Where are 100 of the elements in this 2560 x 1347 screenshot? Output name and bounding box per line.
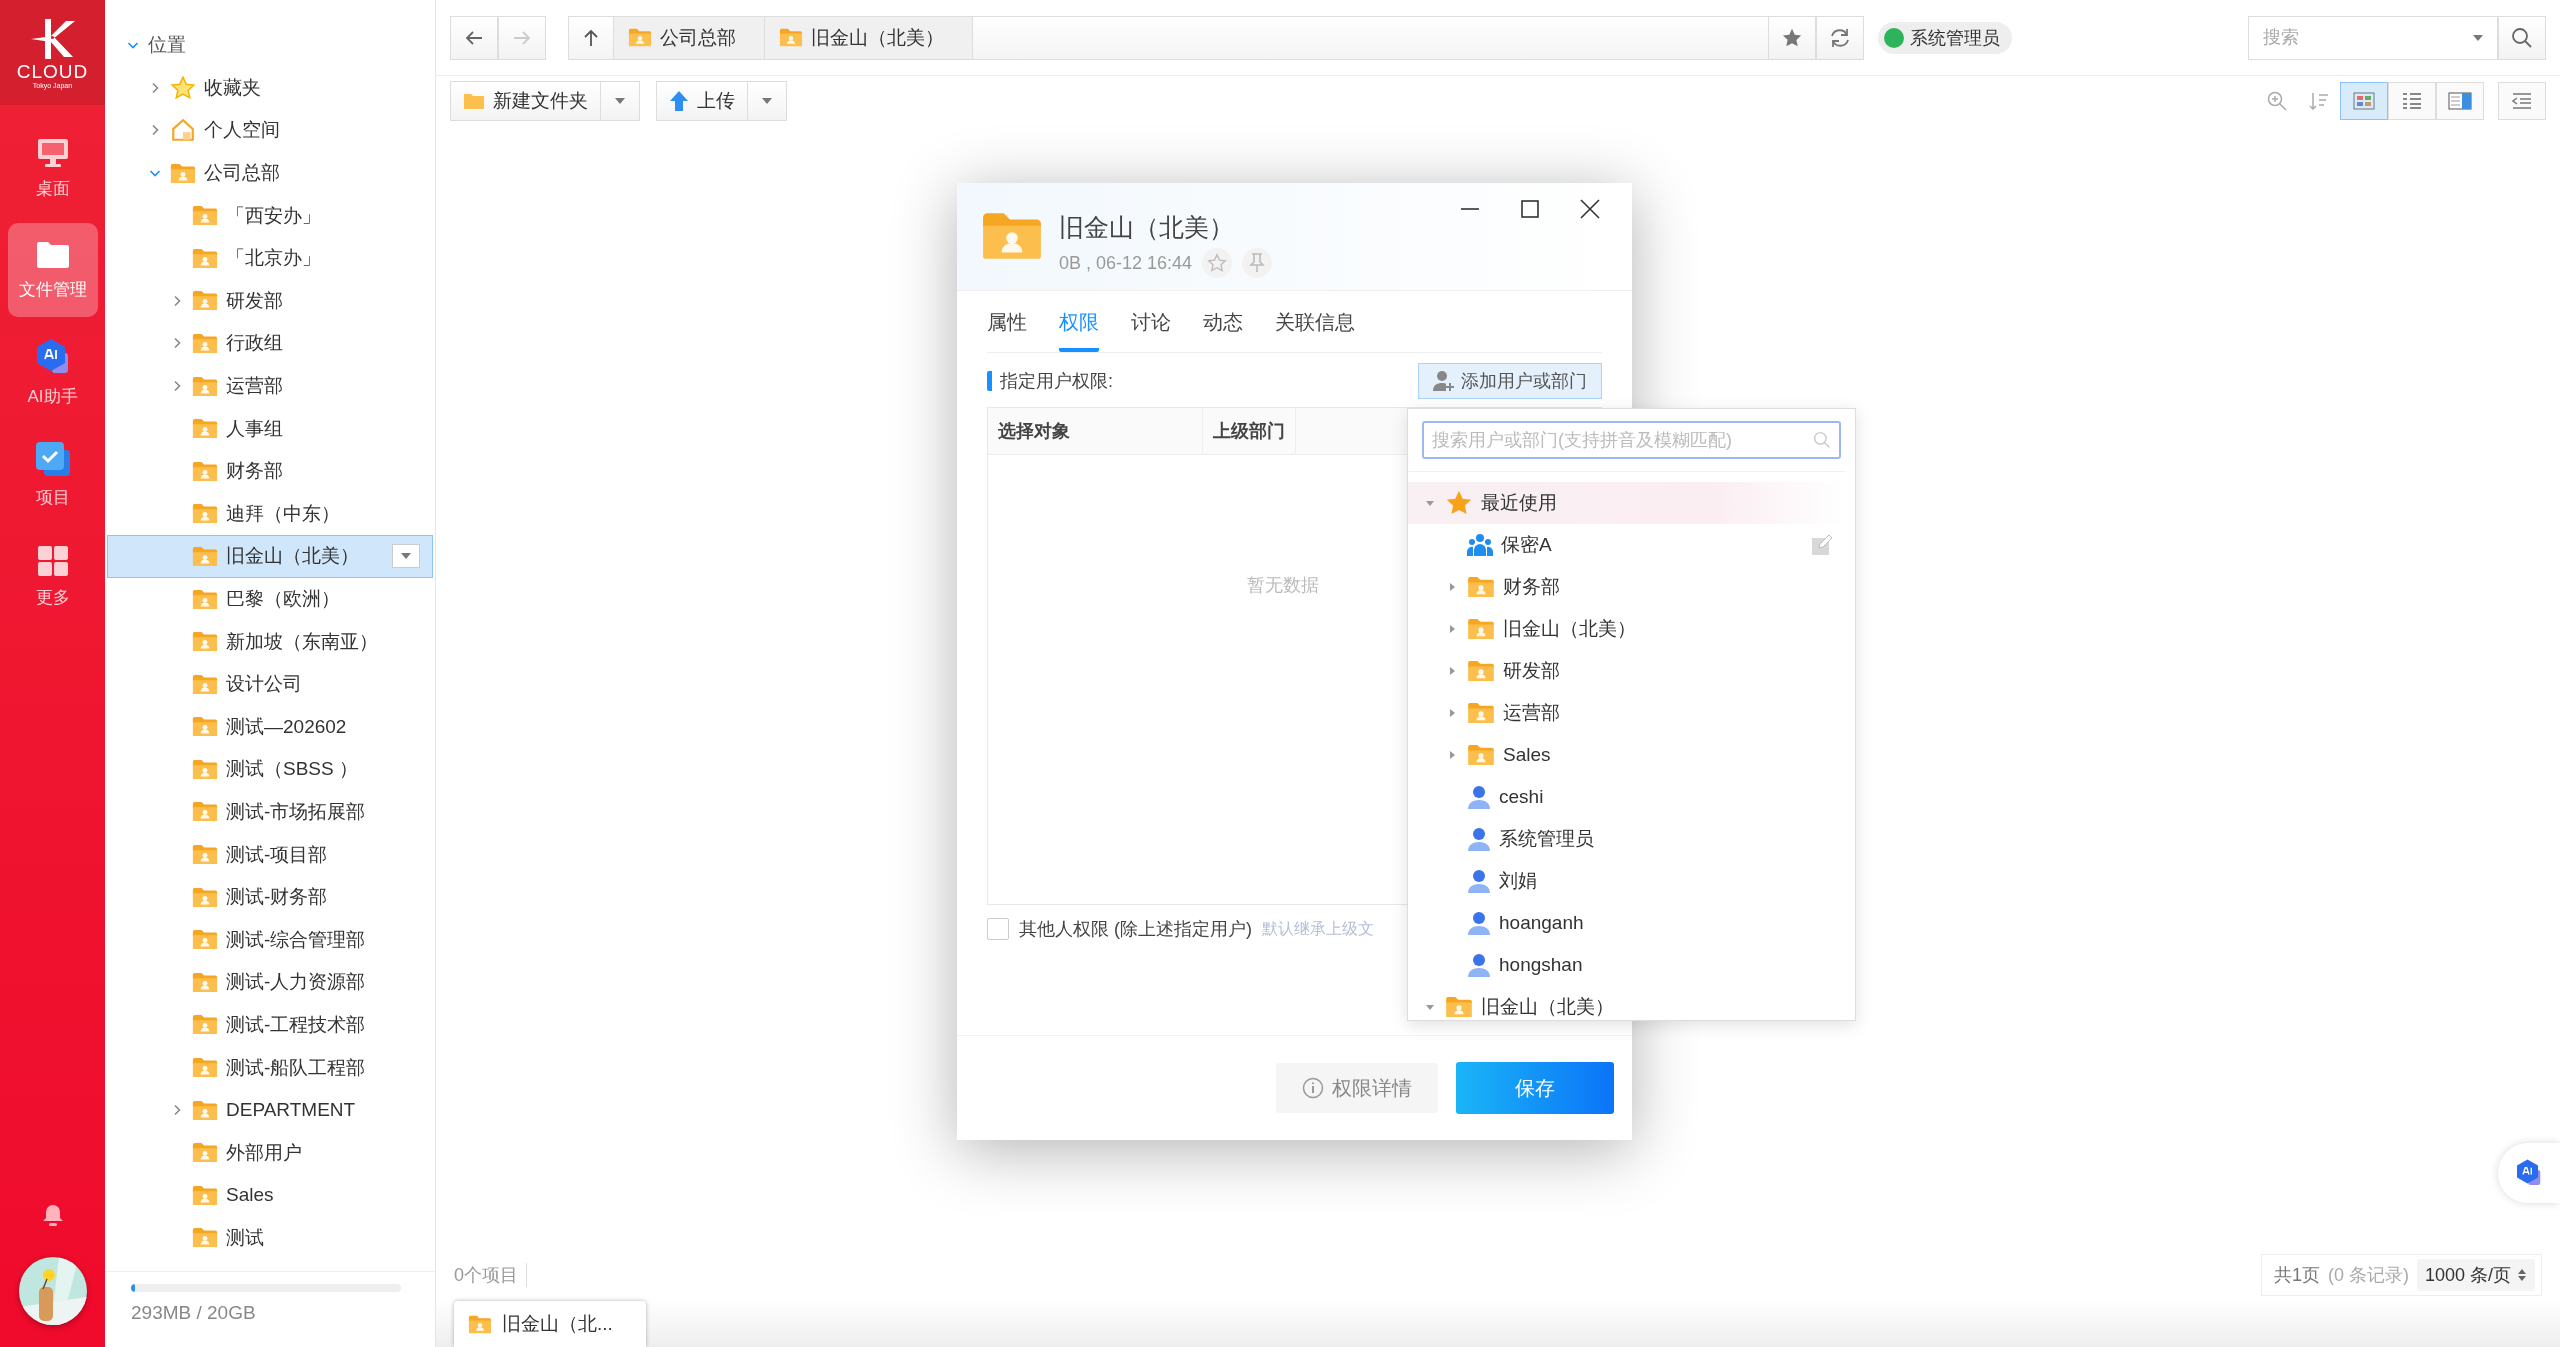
tree-item[interactable]: 新加坡（东南亚） bbox=[107, 620, 433, 663]
tab[interactable]: 讨论 bbox=[1131, 301, 1171, 352]
tree-item[interactable]: 测试 bbox=[107, 1216, 433, 1260]
tree-item[interactable]: 财务部 bbox=[107, 449, 433, 493]
picker-item[interactable]: 保密A bbox=[1408, 524, 1845, 566]
tree-item[interactable]: 公司总部 bbox=[107, 151, 433, 195]
picker-item[interactable]: 刘娟 bbox=[1408, 860, 1845, 902]
tree-item[interactable]: DEPARTMENT bbox=[107, 1088, 433, 1132]
tree-item[interactable]: 测试-财务部 bbox=[107, 875, 433, 919]
dropdown-button[interactable] bbox=[392, 544, 420, 569]
folder-icon bbox=[468, 1314, 492, 1334]
folder-icon bbox=[192, 1184, 218, 1206]
tree-item[interactable]: 收藏夹 bbox=[107, 66, 433, 110]
tab[interactable]: 属性 bbox=[987, 301, 1027, 352]
tab[interactable]: 关联信息 bbox=[1275, 301, 1355, 352]
folder-icon bbox=[779, 28, 803, 47]
view-button[interactable] bbox=[2388, 82, 2436, 120]
picker-item[interactable]: 系统管理员 bbox=[1408, 818, 1845, 860]
folder-icon bbox=[463, 92, 485, 110]
search-button[interactable] bbox=[2498, 15, 2546, 60]
tree-item[interactable]: 个人空间 bbox=[107, 109, 433, 152]
tree-item[interactable]: Sales bbox=[107, 1174, 433, 1217]
group-icon bbox=[1467, 533, 1493, 557]
maximize-icon bbox=[1521, 200, 1539, 218]
pin-button[interactable] bbox=[1242, 248, 1273, 278]
picker-item[interactable]: 旧金山（北美） bbox=[1408, 608, 1845, 650]
tree-item[interactable]: 测试（SBSS ） bbox=[107, 748, 433, 791]
tree-item[interactable]: 设计公司 bbox=[107, 662, 433, 706]
tree-item[interactable]: 测试-项目部 bbox=[107, 833, 433, 876]
tree-item[interactable]: 人事组 bbox=[107, 407, 433, 450]
user-icon bbox=[1467, 785, 1491, 809]
taskbar-tab[interactable]: 旧金山（北... bbox=[454, 1301, 646, 1347]
view-button[interactable] bbox=[2436, 82, 2484, 120]
zoom-in-icon bbox=[2267, 91, 2287, 111]
folder-icon bbox=[192, 716, 218, 738]
outline-button[interactable] bbox=[2498, 82, 2546, 120]
back-button[interactable] bbox=[450, 15, 498, 60]
user-icon bbox=[1467, 911, 1491, 935]
folder-icon bbox=[192, 1142, 218, 1164]
picker-item[interactable]: hongshan bbox=[1408, 944, 1845, 986]
folder-icon bbox=[192, 971, 218, 993]
picker-item[interactable]: Sales bbox=[1408, 734, 1845, 776]
folder-icon bbox=[192, 673, 218, 695]
picker-item[interactable]: ceshi bbox=[1408, 776, 1845, 818]
tree-item[interactable]: 「西安办」 bbox=[107, 194, 433, 237]
folder-icon bbox=[1445, 996, 1473, 1018]
checkbox[interactable] bbox=[987, 918, 1009, 940]
folder-icon bbox=[192, 1099, 218, 1121]
page-size-select[interactable]: 1000 条/页 bbox=[2416, 1259, 2535, 1291]
sort-icon bbox=[2309, 91, 2329, 111]
refresh-button[interactable] bbox=[1816, 15, 1864, 60]
sort-arrows-icon bbox=[2517, 1268, 2527, 1282]
dialog-title: 旧金山（北美） bbox=[1059, 212, 1235, 243]
bell-icon[interactable] bbox=[41, 1203, 64, 1227]
breadcrumb-item[interactable]: 公司总部 bbox=[614, 16, 765, 59]
tree-item[interactable]: 迪拜（中东） bbox=[107, 492, 433, 536]
tree-item[interactable]: 研发部 bbox=[107, 279, 433, 323]
folder-icon bbox=[192, 844, 218, 866]
tree-item[interactable]: 「北京办」 bbox=[107, 236, 433, 280]
tree-item[interactable]: 测试-市场拓展部 bbox=[107, 790, 433, 834]
folder-icon bbox=[192, 290, 218, 312]
tree-item[interactable]: 巴黎（欧洲） bbox=[107, 577, 433, 621]
user-chip[interactable]: 系统管理员 bbox=[1878, 21, 2012, 54]
tree-item[interactable]: 测试-工程技术部 bbox=[107, 1003, 433, 1047]
picker-item[interactable]: hoanganh bbox=[1408, 902, 1845, 944]
picker-item[interactable]: 财务部 bbox=[1408, 566, 1845, 608]
favorite-button[interactable] bbox=[1768, 15, 1816, 60]
tree-item[interactable]: 外部用户 bbox=[107, 1131, 433, 1175]
search-field[interactable]: 搜索用户或部门(支持拼音及模糊匹配) bbox=[1422, 421, 1841, 459]
picker-item[interactable]: 运营部 bbox=[1408, 692, 1845, 734]
upload-icon bbox=[669, 90, 689, 112]
folder-icon bbox=[1467, 702, 1495, 724]
folder-icon bbox=[628, 28, 652, 47]
picker-item[interactable]: 旧金山（北美） bbox=[1408, 986, 1845, 1020]
favorite-button[interactable] bbox=[1202, 248, 1233, 278]
file-meta: 0B , 06-12 16:44 bbox=[1059, 252, 1193, 274]
view-button[interactable] bbox=[2340, 82, 2388, 120]
tree-item[interactable]: 旧金山（北美） bbox=[107, 535, 433, 578]
folder-icon bbox=[192, 631, 218, 653]
tree-item[interactable]: 测试-船队工程部 bbox=[107, 1046, 433, 1089]
folder-icon bbox=[1467, 744, 1495, 766]
back-icon bbox=[465, 29, 483, 46]
search-field[interactable]: 搜索 bbox=[2248, 15, 2498, 60]
add-user-button[interactable]: 添加用户或部门 bbox=[1418, 363, 1602, 399]
edit-icon[interactable] bbox=[1811, 534, 1833, 556]
picker-item[interactable]: 研发部 bbox=[1408, 650, 1845, 692]
assistant-button[interactable] bbox=[2498, 1143, 2560, 1203]
tree-item[interactable]: 位置 bbox=[107, 24, 433, 67]
tree-item[interactable]: 测试-综合管理部 bbox=[107, 918, 433, 962]
tab[interactable]: 动态 bbox=[1203, 301, 1243, 352]
tree-item[interactable]: 测试-人力资源部 bbox=[107, 961, 433, 1004]
storage-text: 293MB / 20GB bbox=[131, 1302, 257, 1324]
breadcrumb-item[interactable]: 旧金山（北美） bbox=[765, 16, 973, 59]
star-icon bbox=[1445, 489, 1473, 517]
close-icon bbox=[1580, 199, 1600, 219]
page-summary: 共1页 bbox=[2273, 1264, 2320, 1287]
tree-item[interactable]: 测试—202602 bbox=[107, 705, 433, 749]
list-view-icon bbox=[2401, 92, 2423, 110]
tree-item[interactable]: 运营部 bbox=[107, 364, 433, 408]
tree-item[interactable]: 行政组 bbox=[107, 322, 433, 365]
